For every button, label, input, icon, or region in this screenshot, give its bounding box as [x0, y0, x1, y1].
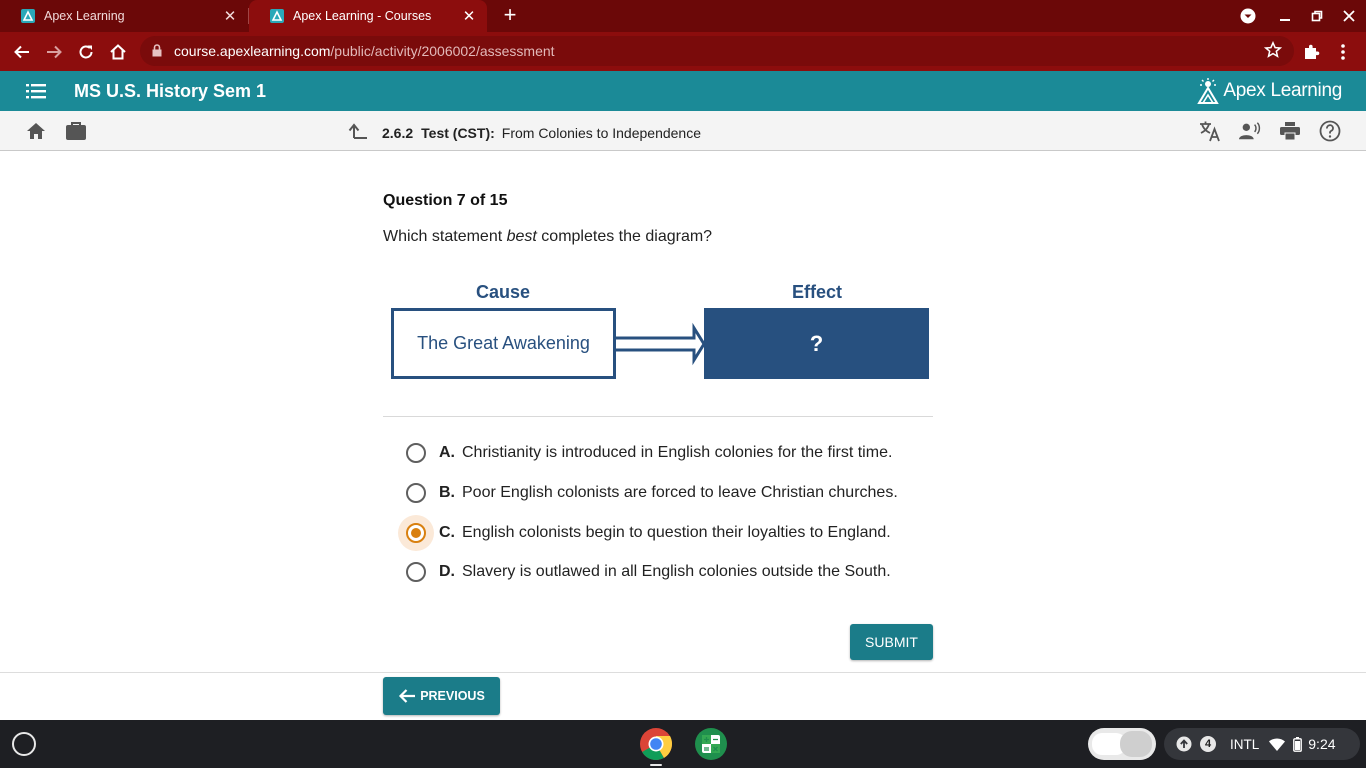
prompt-text-end: completes the diagram? — [536, 228, 713, 245]
choice-text: Slavery is outlawed in all English colon… — [462, 563, 891, 580]
radio-wrapper[interactable] — [398, 554, 434, 590]
divider — [383, 416, 933, 417]
help-icon[interactable] — [1319, 120, 1341, 142]
effect-box: ? — [704, 308, 929, 379]
briefcase-icon[interactable] — [65, 120, 87, 142]
radio-button[interactable] — [406, 483, 426, 503]
extensions-icon[interactable] — [1298, 39, 1324, 65]
menu-icon[interactable] — [26, 82, 46, 105]
arrow-left-icon — [399, 689, 416, 703]
tab-title: Apex Learning — [44, 9, 125, 23]
apex-favicon-icon — [269, 8, 285, 24]
address-bar[interactable]: course.apexlearning.com/public/activity/… — [140, 36, 1294, 66]
clock: 9:24 — [1308, 736, 1336, 752]
lock-icon — [152, 44, 162, 62]
holding-space-icon[interactable] — [1088, 728, 1156, 760]
prompt-emphasis: best — [506, 228, 537, 245]
url-text: course.apexlearning.com/public/activity/… — [174, 43, 555, 59]
thumbnail-preview — [1120, 731, 1152, 757]
close-window-icon[interactable] — [1338, 5, 1360, 27]
tab-search-icon[interactable] — [1237, 5, 1259, 27]
os-shelf: 4 INTL 9:24 — [0, 720, 1366, 768]
radio-wrapper[interactable] — [398, 475, 434, 511]
status-area[interactable]: 4 INTL 9:24 — [1164, 728, 1360, 760]
answer-choice-b[interactable]: B. Poor English colonists are forced to … — [398, 475, 938, 511]
submit-button[interactable]: SUBMIT — [850, 624, 933, 660]
star-icon[interactable] — [1263, 40, 1283, 64]
radio-wrapper[interactable] — [398, 435, 434, 471]
activity-toolbar: 2.6.2 Test (CST): From Colonies to Indep… — [0, 111, 1366, 151]
browser-tab[interactable]: Apex Learning ✕ — [0, 0, 248, 32]
activity-kind: Test (CST): — [421, 124, 495, 141]
answer-choice-d[interactable]: D. Slavery is outlawed in all English co… — [398, 554, 938, 590]
radio-wrapper[interactable] — [398, 515, 434, 551]
restore-icon[interactable] — [1306, 5, 1328, 27]
apex-logo-text: Apex Learning — [1223, 80, 1342, 101]
running-indicator — [650, 764, 662, 766]
footer-bar: PREVIOUS — [0, 672, 1366, 720]
browser-tab-active[interactable]: Apex Learning - Courses ✕ — [249, 0, 487, 32]
calculator-icon[interactable] — [694, 727, 728, 761]
wifi-icon — [1269, 737, 1286, 751]
activity-name: From Colonies to Independence — [501, 124, 701, 141]
choice-text: English colonists begin to question thei… — [462, 524, 891, 541]
minimize-icon[interactable] — [1274, 5, 1296, 27]
browser-tab-strip: Apex Learning ✕ Apex Learning - Courses … — [0, 0, 1366, 32]
browser-toolbar: course.apexlearning.com/public/activity/… — [0, 32, 1366, 71]
radio-button[interactable] — [406, 443, 426, 463]
choice-letter: D. — [439, 563, 455, 580]
answer-choice-c[interactable]: C. English colonists begin to question t… — [398, 515, 938, 551]
url-path: /public/activity/2006002/assessment — [330, 43, 555, 59]
up-arrow-icon[interactable] — [348, 121, 368, 144]
previous-label: PREVIOUS — [420, 689, 485, 703]
chrome-icon[interactable] — [639, 727, 673, 761]
text-to-speech-icon[interactable] — [1239, 120, 1261, 142]
home-icon[interactable] — [25, 120, 47, 142]
cause-box: The Great Awakening — [391, 308, 616, 379]
tab-close-icon[interactable]: ✕ — [220, 7, 240, 25]
radio-dot — [411, 528, 421, 538]
reload-icon[interactable] — [73, 39, 99, 65]
tab-close-icon[interactable]: ✕ — [459, 7, 479, 25]
translate-icon[interactable] — [1199, 120, 1221, 142]
apex-logo-icon — [1197, 78, 1220, 104]
choice-text: Poor English colonists are forced to lea… — [462, 484, 898, 501]
cause-heading: Cause — [475, 282, 531, 302]
activity-number: 2.6.2 — [382, 124, 414, 141]
radio-button-selected[interactable] — [406, 523, 426, 543]
diagram-arrow-icon — [616, 322, 706, 366]
cause-effect-diagram: Cause Effect The Great Awakening ? — [390, 278, 930, 382]
browser-menu-icon[interactable] — [1330, 39, 1356, 65]
answer-choice-a[interactable]: A. Christianity is introduced in English… — [398, 435, 938, 471]
course-title: MS U.S. History Sem 1 — [74, 81, 267, 101]
notification-count: 4 — [1200, 736, 1216, 752]
launcher-icon[interactable] — [12, 732, 36, 756]
choice-text: Christianity is introduced in English co… — [462, 444, 893, 461]
print-icon[interactable] — [1279, 120, 1301, 142]
back-icon[interactable] — [9, 39, 35, 65]
url-host: course.apexlearning.com — [174, 43, 331, 59]
home-browser-icon[interactable] — [105, 39, 131, 65]
apex-favicon-icon — [20, 8, 36, 24]
choice-letter: A. — [439, 444, 455, 461]
question-number: Question 7 of 15 — [383, 192, 508, 209]
radio-button[interactable] — [406, 562, 426, 582]
forward-icon[interactable] — [41, 39, 67, 65]
upload-icon — [1176, 736, 1192, 752]
choice-letter: C. — [439, 524, 455, 541]
apex-logo: Apex Learning — [1197, 78, 1342, 104]
new-tab-icon[interactable]: + — [498, 4, 522, 28]
previous-button[interactable]: PREVIOUS — [383, 677, 500, 715]
breadcrumb: 2.6.2 Test (CST): From Colonies to Indep… — [348, 121, 701, 144]
question-prompt: Which statement best completes the diagr… — [383, 228, 712, 246]
choice-letter: B. — [439, 484, 455, 501]
tab-title: Apex Learning - Courses — [293, 9, 432, 23]
input-method: INTL — [1230, 736, 1260, 752]
battery-icon — [1293, 736, 1303, 752]
course-header: MS U.S. History Sem 1 Apex Learning — [0, 71, 1366, 111]
prompt-text: Which statement — [383, 228, 507, 245]
effect-heading: Effect — [791, 282, 842, 302]
